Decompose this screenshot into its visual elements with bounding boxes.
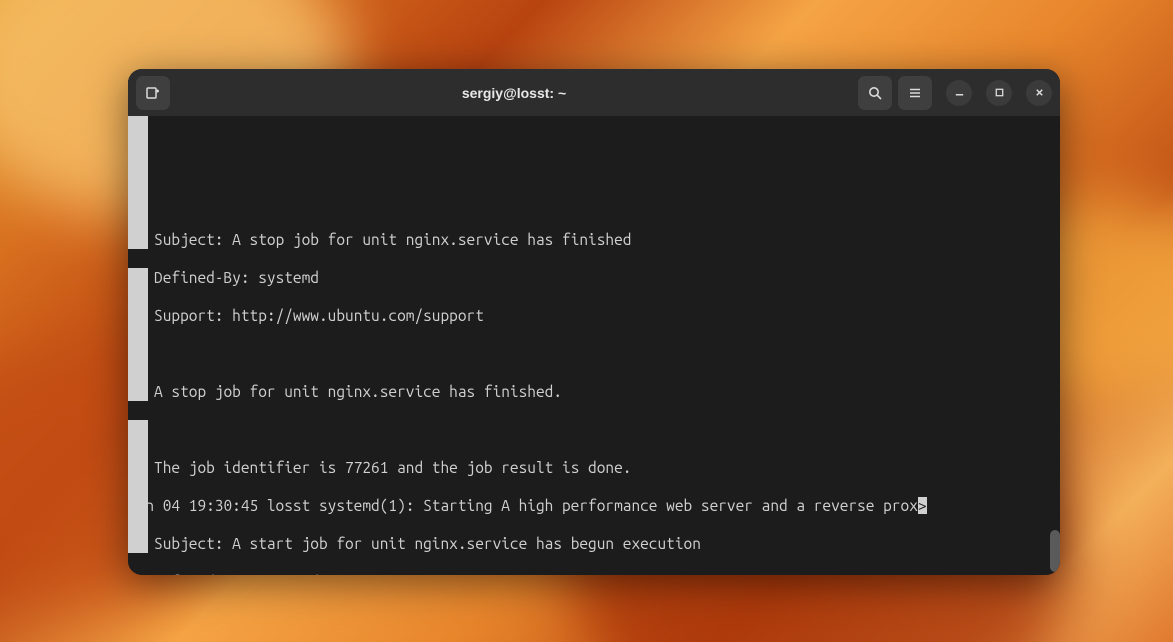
log-line: Subject: A stop job for unit nginx.servi… (128, 230, 1060, 249)
truncation-indicator: > (918, 497, 927, 514)
maximize-icon (994, 87, 1005, 98)
window-title: sergiy@losst: ~ (176, 85, 852, 101)
menu-button[interactable] (898, 76, 932, 110)
log-line (128, 344, 1060, 363)
maximize-button[interactable] (986, 80, 1012, 106)
terminal-output[interactable]: Subject: A stop job for unit nginx.servi… (128, 116, 1060, 575)
log-line: Defined-By: systemd (128, 572, 1060, 575)
search-button[interactable] (858, 76, 892, 110)
hamburger-icon (907, 85, 923, 101)
minimize-icon (954, 87, 965, 98)
scrollbar[interactable] (1050, 116, 1060, 575)
search-icon (867, 85, 883, 101)
minimize-button[interactable] (946, 80, 972, 106)
new-tab-button[interactable] (136, 76, 170, 110)
log-line: A stop job for unit nginx.service has fi… (128, 382, 1060, 401)
terminal-window: sergiy@losst: ~ Subject: A stop job for … (128, 69, 1060, 575)
new-tab-icon (145, 85, 161, 101)
log-line: Defined-By: systemd (128, 268, 1060, 287)
log-line: Jan 04 19:30:45 losst systemd(1): Starti… (128, 496, 1060, 515)
close-icon (1034, 87, 1045, 98)
log-line: Support: http://www.ubuntu.com/support (128, 306, 1060, 325)
log-line: The job identifier is 77261 and the job … (128, 458, 1060, 477)
scrollbar-thumb[interactable] (1050, 530, 1060, 572)
log-line: Subject: A start job for unit nginx.serv… (128, 534, 1060, 553)
titlebar: sergiy@losst: ~ (128, 69, 1060, 116)
close-button[interactable] (1026, 80, 1052, 106)
log-line (128, 420, 1060, 439)
